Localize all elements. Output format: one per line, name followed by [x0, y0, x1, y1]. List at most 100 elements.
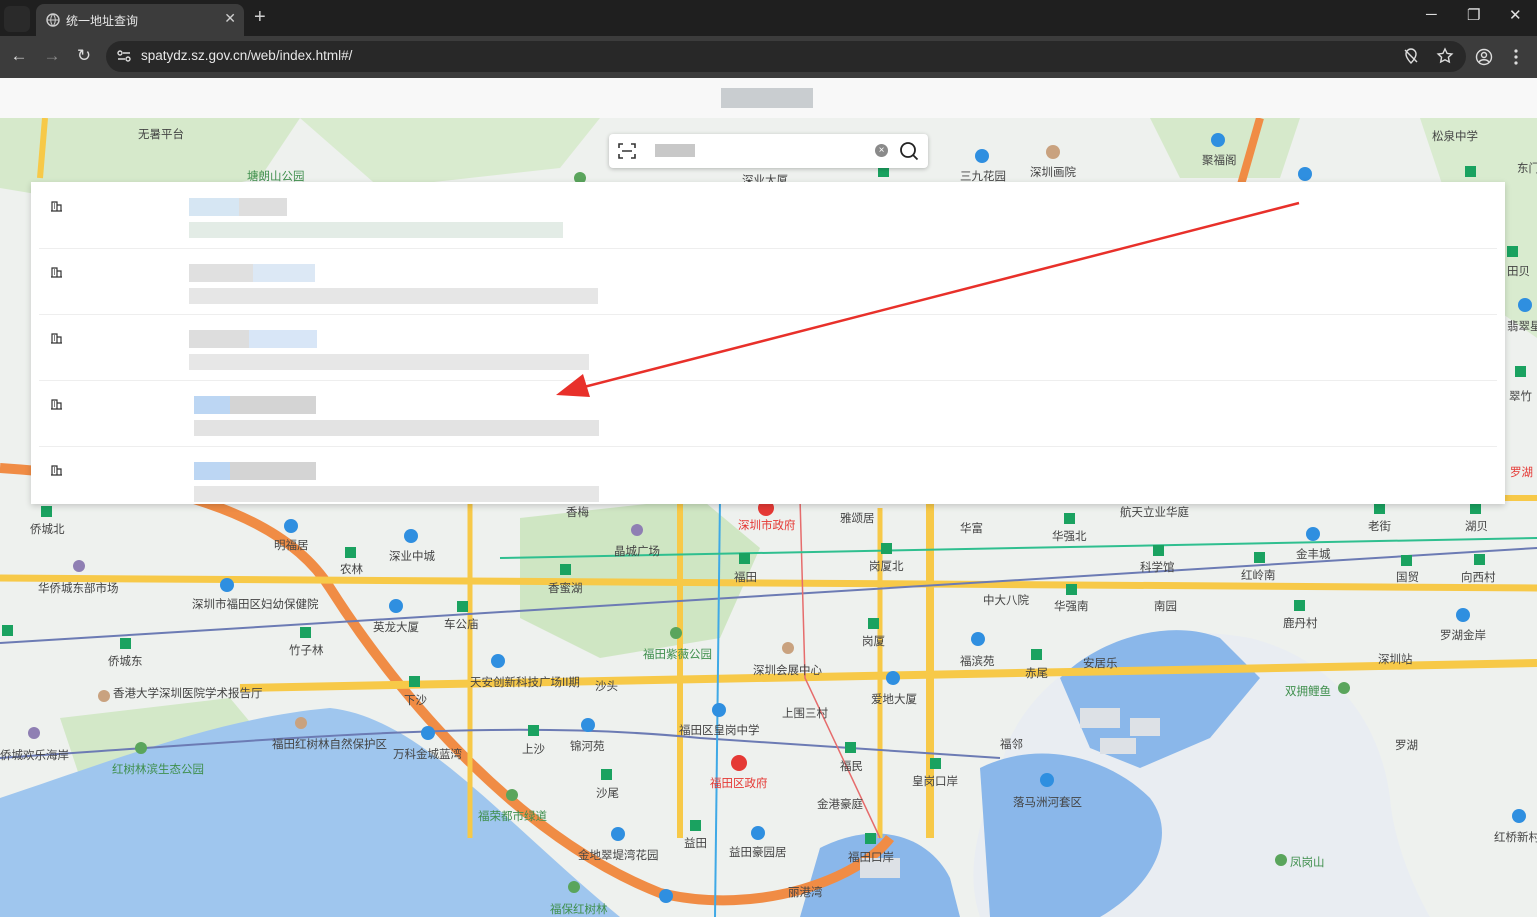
browser-tab[interactable]: 统一地址查询 ✕: [36, 4, 244, 36]
result-name-redacted: [189, 330, 317, 348]
restore-button[interactable]: ❐: [1467, 6, 1480, 24]
map-label: 红树林滨生态公园: [112, 764, 204, 776]
tab-close-icon[interactable]: ✕: [224, 10, 236, 27]
map-label: 翠竹: [1509, 391, 1532, 403]
map-label: 福荣都市绿道: [478, 811, 547, 823]
map-label: 向西村: [1461, 572, 1496, 584]
bookmark-star-icon[interactable]: [1436, 47, 1454, 65]
map-label: 安居乐: [1083, 658, 1118, 670]
result-name-redacted: [194, 396, 316, 414]
map-label: 英龙大厦: [373, 622, 419, 634]
map-label: 田贝: [1507, 266, 1530, 278]
back-button[interactable]: ←: [9, 46, 29, 66]
map-label: 湖贝: [1465, 521, 1488, 533]
map-label: 科学馆: [1140, 562, 1175, 574]
map-label: 明福居: [274, 540, 309, 552]
map-label: 深圳市福田区妇幼保健院: [192, 599, 319, 611]
result-item[interactable]: [39, 248, 1497, 315]
map-label: 益田豪园居: [729, 847, 787, 859]
map-label: 爱地大厦: [871, 694, 917, 706]
map-label: 深业中城: [389, 551, 435, 563]
map-label: 福邻: [1000, 739, 1023, 751]
search-results-list: [31, 182, 1505, 504]
result-item[interactable]: [39, 182, 1497, 249]
result-item[interactable]: [39, 314, 1497, 381]
map-label: 下沙: [404, 695, 427, 707]
map-label: 东门: [1517, 163, 1537, 175]
address-bar[interactable]: spatydz.sz.gov.cn/web/index.html#/: [106, 41, 1466, 72]
result-item[interactable]: [39, 380, 1497, 447]
browser-toolbar: ← → ↻ spatydz.sz.gov.cn/web/index.html#/: [0, 36, 1537, 78]
map-label: 竹子林: [289, 645, 324, 657]
kebab-menu-icon[interactable]: [1510, 48, 1522, 66]
profile-icon[interactable]: [1475, 48, 1493, 66]
map-label: 无暑平台: [138, 129, 184, 141]
building-icon: [51, 267, 62, 278]
result-name-redacted: [189, 198, 287, 216]
map-label: 丽港湾: [788, 887, 823, 899]
map-label: 香港大学深圳医院学术报告厅: [113, 688, 263, 700]
map-label: 福保红树林: [550, 904, 608, 916]
reload-button[interactable]: ↻: [74, 46, 94, 66]
result-address-redacted: [189, 222, 563, 238]
location-blocked-icon[interactable]: [1402, 47, 1420, 65]
map-label: 金地翠堤湾花园: [578, 850, 659, 862]
map-label: 沙尾: [596, 788, 619, 800]
result-name-redacted: [189, 264, 315, 282]
omnibox-actions: [1402, 47, 1454, 70]
search-icon[interactable]: [899, 141, 919, 161]
map-label: 华强北: [1052, 531, 1087, 543]
building-icon: [51, 333, 62, 344]
building-icon: [51, 201, 62, 212]
browser-tab-bar: 统一地址查询 ✕ + ─ ❐ ✕: [0, 0, 1537, 36]
map-label: 华侨城东部市场: [38, 583, 119, 595]
minimize-button[interactable]: ─: [1426, 6, 1437, 23]
map-label: 红岭南: [1241, 570, 1276, 582]
map-label: 鹿丹村: [1283, 618, 1318, 630]
new-tab-button[interactable]: +: [254, 6, 266, 28]
search-box[interactable]: ×: [609, 134, 928, 168]
map-label: 罗湖金岸: [1440, 630, 1486, 642]
url-text[interactable]: spatydz.sz.gov.cn/web/index.html#/: [141, 48, 352, 63]
tab-title: 统一地址查询: [66, 14, 139, 28]
map-label: 国贸: [1396, 572, 1419, 584]
map-label: 侨城北: [30, 524, 65, 536]
map-label: 罗湖: [1395, 740, 1418, 752]
forward-button[interactable]: →: [42, 46, 62, 66]
map-label: 福田区皇岗中学: [679, 725, 760, 737]
map-label: 上围三村: [782, 708, 828, 720]
map-label: 益田: [684, 838, 707, 850]
map-label: 深圳市政府: [738, 520, 796, 532]
map-label: 福田红树林自然保护区: [272, 739, 387, 751]
map-label: 岗厦: [862, 636, 885, 648]
map-label: 老街: [1368, 521, 1391, 533]
map-label: 赤尾: [1025, 668, 1048, 680]
map-label: 福滨苑: [960, 656, 995, 668]
map-label: 松泉中学: [1432, 131, 1478, 143]
map-label: 深圳会展中心: [753, 665, 822, 677]
map-label: 香蜜湖: [548, 583, 583, 595]
site-settings-icon[interactable]: [116, 48, 132, 64]
map-label: 聚福阁: [1202, 155, 1237, 167]
map-label: 罗湖: [1510, 467, 1533, 479]
building-icon: [51, 399, 62, 410]
map-label: 车公庙: [444, 619, 479, 631]
scan-icon[interactable]: [618, 142, 636, 160]
map-label: 天安创新科技广场II期: [470, 677, 580, 689]
result-address-redacted: [189, 288, 598, 304]
result-address-redacted: [194, 486, 599, 502]
map-label: 深圳画院: [1030, 167, 1076, 179]
map-label: 华强南: [1054, 601, 1089, 613]
clear-search-icon[interactable]: ×: [875, 144, 888, 157]
map-label: 翡翠星: [1507, 321, 1537, 333]
search-input-redacted[interactable]: [655, 144, 695, 157]
map-label: 万科金城蓝湾: [393, 749, 462, 761]
map-label: 福田口岸: [848, 852, 894, 864]
map-label: 红桥新村: [1494, 832, 1537, 844]
map-label: 侨城东: [108, 656, 143, 668]
close-window-button[interactable]: ✕: [1509, 6, 1522, 24]
map-label: 晶城广场: [614, 546, 660, 558]
map-label: 皇岗口岸: [912, 776, 958, 788]
map-label: 福田区政府: [710, 778, 768, 790]
result-item[interactable]: [39, 446, 1497, 512]
